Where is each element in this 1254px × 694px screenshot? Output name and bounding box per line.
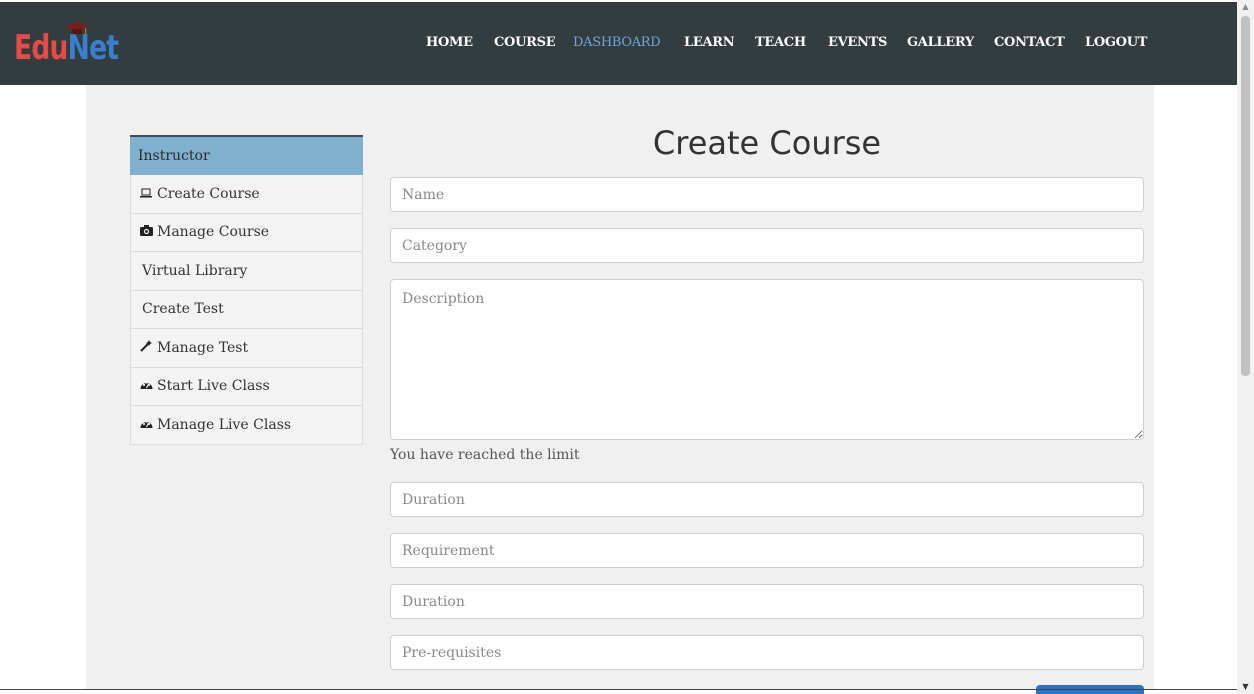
course-requirement-input[interactable] xyxy=(390,533,1144,568)
sidebar-item-label: Create Course xyxy=(157,185,260,202)
sidebar-item-create-course[interactable]: Create Course xyxy=(130,175,363,214)
graduation-cap-icon xyxy=(65,22,89,35)
sidebar-item-manage-test[interactable]: Manage Test xyxy=(130,329,363,368)
sidebar-item-start-live-class[interactable]: Start Live Class xyxy=(130,367,363,406)
description-limit-message: You have reached the limit xyxy=(390,447,580,463)
instructor-sidebar: Instructor Create Course Manage Course V… xyxy=(130,135,363,445)
course-name-input[interactable] xyxy=(390,177,1144,212)
course-prerequisites-input[interactable] xyxy=(390,635,1144,670)
nav-home[interactable]: HOME xyxy=(426,35,473,50)
page-title: Create Course xyxy=(652,124,882,162)
course-description-textarea[interactable] xyxy=(390,279,1144,440)
nav-dashboard[interactable]: DASHBOARD xyxy=(573,35,661,50)
scroll-up-arrow-icon[interactable]: ▲ xyxy=(1237,0,1254,14)
course-duration-2-input[interactable] xyxy=(390,584,1144,619)
nav-gallery[interactable]: GALLERY xyxy=(907,35,974,50)
laptop-icon xyxy=(139,175,153,213)
nav-learn[interactable]: LEARN xyxy=(684,35,735,50)
dashboard-icon xyxy=(139,406,153,444)
sidebar-item-create-test[interactable]: Create Test xyxy=(130,290,363,329)
course-category-input[interactable] xyxy=(390,228,1144,263)
sidebar-item-virtual-library[interactable]: Virtual Library xyxy=(130,252,363,291)
sidebar-item-label: Virtual Library xyxy=(142,262,248,279)
nav-course[interactable]: COURSE xyxy=(494,35,556,50)
magic-wand-icon xyxy=(139,329,153,367)
top-navbar: EduNet HOME COURSE DASHBOARD LEARN TEACH… xyxy=(0,0,1237,85)
course-duration-input[interactable] xyxy=(390,482,1144,517)
page-divider xyxy=(0,689,1237,690)
scroll-down-arrow-icon[interactable]: ▼ xyxy=(1237,680,1254,694)
nav-contact[interactable]: CONTACT xyxy=(994,35,1065,50)
sidebar-item-manage-live-class[interactable]: Manage Live Class xyxy=(130,406,363,445)
nav-teach[interactable]: TEACH xyxy=(755,35,806,50)
camera-icon xyxy=(139,213,153,251)
sidebar-heading: Instructor xyxy=(130,135,363,175)
sidebar-item-label: Manage Test xyxy=(157,339,249,356)
nav-logout[interactable]: LOGOUT xyxy=(1085,35,1147,50)
vertical-scrollbar[interactable]: ▲ ▼ xyxy=(1237,0,1254,694)
sidebar-item-label: Manage Course xyxy=(157,224,270,241)
nav-events[interactable]: EVENTS xyxy=(828,35,887,50)
sidebar-item-manage-course[interactable]: Manage Course xyxy=(130,213,363,252)
scrollbar-thumb[interactable] xyxy=(1241,16,1250,376)
sidebar-item-label: Start Live Class xyxy=(157,378,270,395)
sidebar-item-label: Create Test xyxy=(142,301,224,318)
sidebar-item-label: Manage Live Class xyxy=(157,416,292,433)
main-nav: HOME COURSE DASHBOARD LEARN TEACH EVENTS… xyxy=(0,35,1237,55)
dashboard-icon xyxy=(139,367,153,405)
